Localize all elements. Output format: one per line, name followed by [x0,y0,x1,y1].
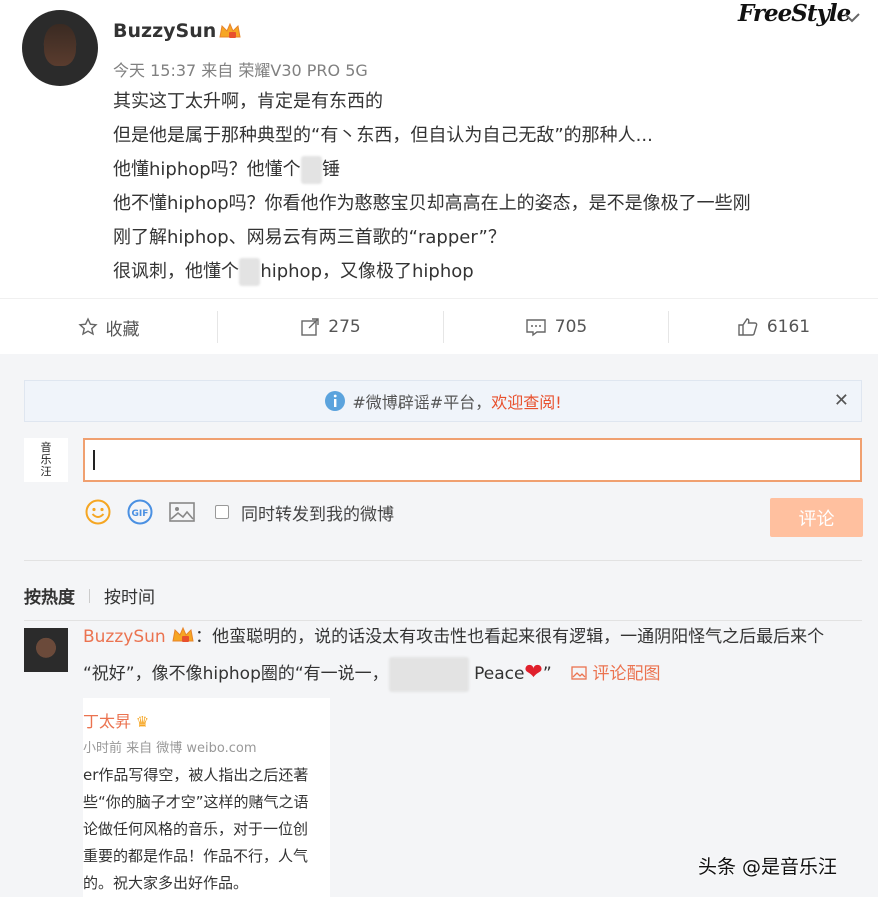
comment-item: BuzzySun ：他蛮聪明的，说的话没太有攻击性也看起来很有逻辑，一通阴阳怪气… [83,620,873,692]
blurred-text: xx [300,156,322,184]
screenshot-meta: 小时前 来自 微博 weibo.com [83,741,257,756]
screenshot-line: er作品写得空，被人指出之后还著 [83,766,309,784]
repost-checkbox[interactable] [215,505,229,519]
screenshot-line: 些“你的脑子才空”这样的赌气之语 [83,793,309,811]
post-line: 其实这丁太升啊，肯定是有东西的 [113,91,383,112]
vip-crown-icon [219,22,241,38]
author-avatar[interactable] [22,10,98,86]
repost-checkbox-label: 同时转发到我的微博 [241,504,394,525]
blurred-text: xxxxxx [388,657,469,692]
heart-icon: ❤ [524,660,543,685]
image-icon[interactable] [167,498,197,526]
post-line: 他不懂hiphop吗？你看他作为憨憨宝贝却高高在上的姿态，是不是像极了一些刚 [113,193,751,214]
notice-text: #微博辟谣#平台， [352,393,492,412]
commenter-name[interactable]: BuzzySun [83,627,166,647]
commenter-avatar[interactable] [24,628,68,672]
svg-text:GIF: GIF [132,509,149,519]
comment-image-link[interactable]: 评论配图 [571,664,660,684]
sort-tabs: 按热度 按时间 [24,583,155,608]
like-button[interactable]: 6161 [669,299,878,355]
info-icon [325,391,346,411]
post-line: 但是他是属于那种典型的“有丶东西，但自认为自己无敌”的那种人... [113,125,653,146]
divider [24,560,862,561]
gif-icon[interactable]: GIF [125,498,155,526]
post-line: 很讽刺，他懂个xxhiphop，又像极了hiphop [113,258,863,292]
thumbs-up-icon [738,318,758,336]
vip-crown-icon [172,626,194,642]
post-meta: 今天 15:37 来自 荣耀V30 PRO 5G [113,61,368,80]
tab-sort-hot[interactable]: 按热度 [24,583,75,608]
screenshot-line: 重要的都是作品！作品不行，人气 [83,847,309,865]
close-icon[interactable]: ✕ [834,390,849,411]
comment-panel: #微博辟谣#平台， 欢迎查阅! ✕ 音 乐 汪 GIF 同时转发到我的微博 评论 … [0,354,878,897]
author-name[interactable]: BuzzySun [113,20,216,42]
my-avatar[interactable]: 音 乐 汪 [24,438,68,482]
vip-crown-icon: ♛ [135,713,150,731]
emoji-icon[interactable] [83,498,113,526]
post-line: 刚了解hiphop、网易云有两三首歌的“rapper”？ [113,227,506,248]
tab-sort-time[interactable]: 按时间 [104,583,155,608]
notice-link[interactable]: 欢迎查阅! [491,389,561,413]
blurred-text: xx [239,258,261,286]
screenshot-author: 丁太昇 [83,712,132,731]
screenshot-line: 的。祝大家多出好作品。 [83,874,249,892]
screenshot-line: 论做任何风格的音乐，对于一位创 [83,820,309,838]
comment-image-thumbnail[interactable]: 丁太昇 ♛ 小时前 来自 微博 weibo.com er作品写得空，被人指出之后… [83,698,330,897]
action-bar: 收藏 275 705 6161 [0,298,878,354]
rumor-notice-banner: #微博辟谣#平台， 欢迎查阅! ✕ [24,380,862,422]
composer-toolbar: GIF 同时转发到我的微博 [83,498,394,526]
comment-icon [526,319,546,337]
submit-comment-button[interactable]: 评论 [770,498,863,537]
image-icon [571,666,587,680]
post-line: 他懂hiphop吗？他懂个xx锤 [113,156,863,190]
comment-input[interactable] [83,438,862,482]
toutiao-watermark: 头条 @是音乐汪 [698,856,838,878]
comment-line: BuzzySun ：他蛮聪明的，说的话没太有攻击性也看起来很有逻辑，一通阴阳怪气… [83,626,825,647]
comment-button[interactable]: 705 [444,299,668,355]
star-icon [77,317,98,336]
freestyle-logo: FreeStyle [738,0,851,27]
post-content: 其实这丁太升啊，肯定是有东西的 但是他是属于那种典型的“有丶东西，但自认为自己无… [113,88,863,292]
repost-button[interactable]: 275 [218,299,443,355]
weibo-post: BuzzySun 今天 15:37 来自 荣耀V30 PRO 5G FreeSt… [0,0,878,298]
favorite-button[interactable]: 收藏 [0,299,217,355]
chevron-down-icon[interactable] [842,10,862,26]
comment-line: “祝好”，像不像hiphop圈的“有一说一，xxxxxx Peace❤” 评论配… [83,655,873,692]
repost-icon [301,318,319,336]
